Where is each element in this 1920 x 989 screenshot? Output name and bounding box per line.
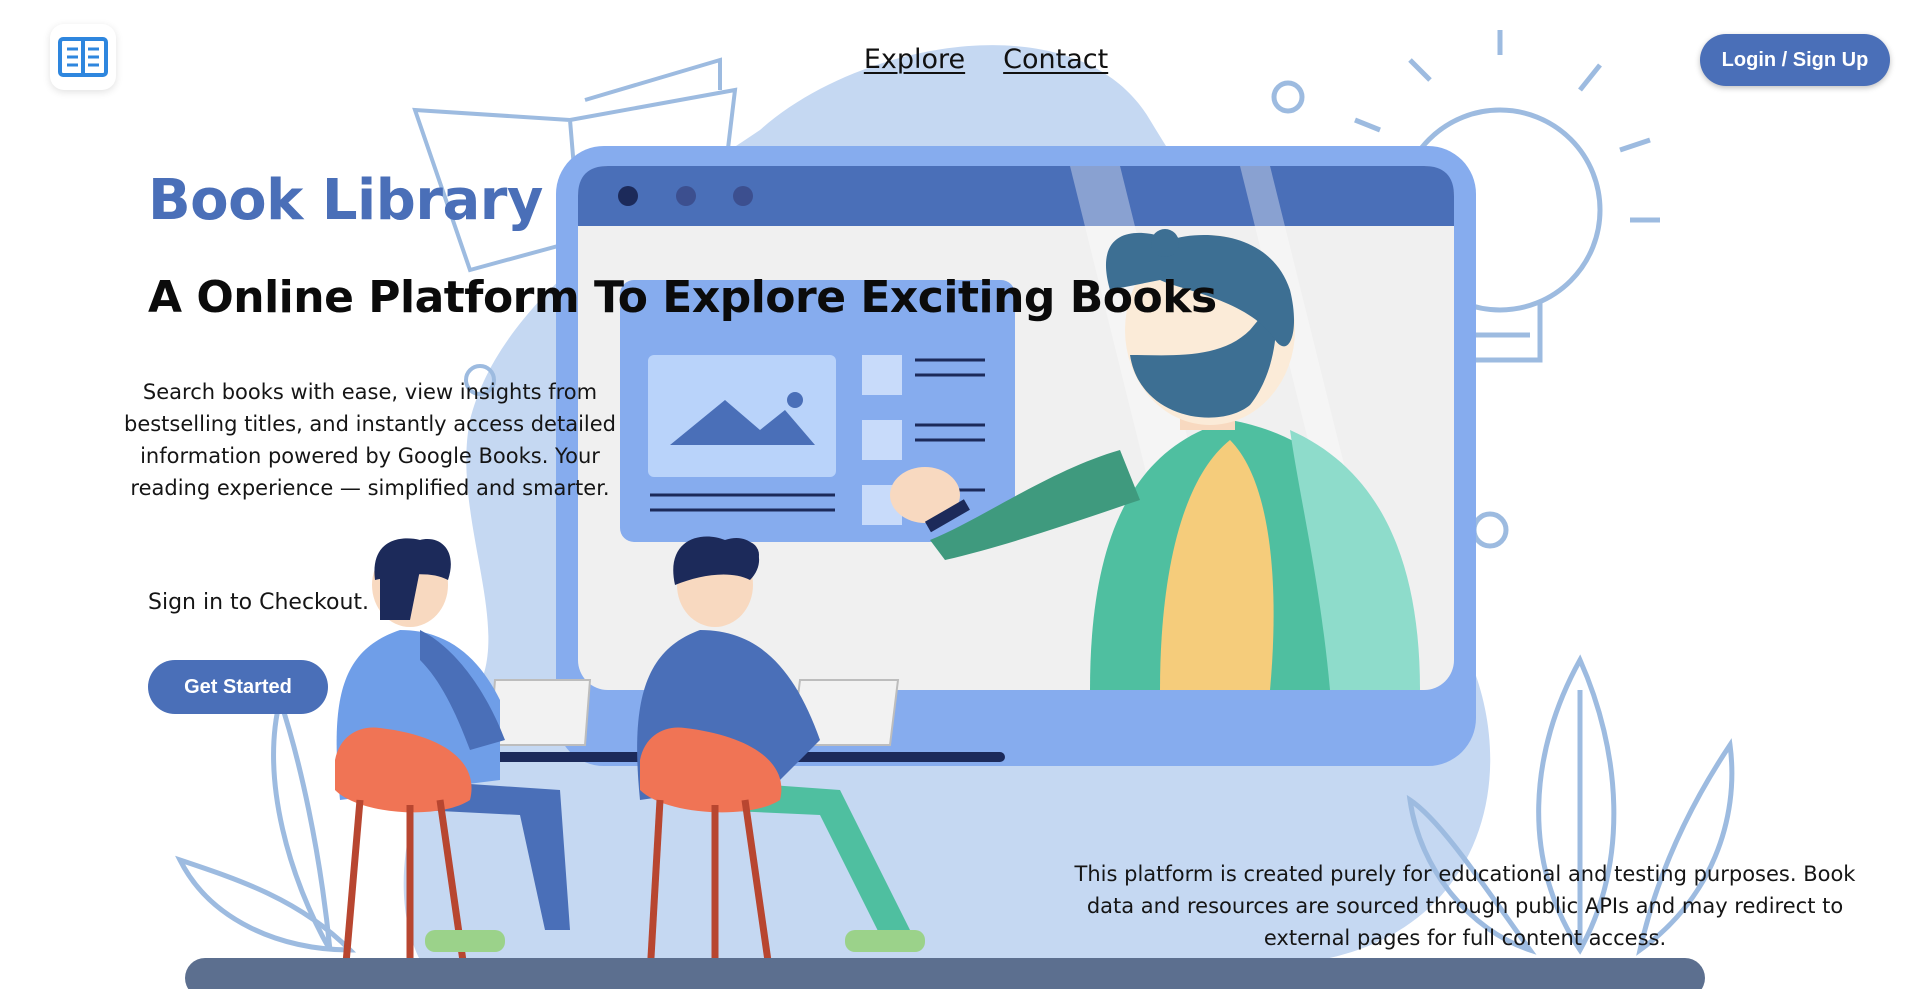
hero-headline: A Online Platform To Explore Exciting Bo… xyxy=(148,272,1217,323)
nav-explore-link[interactable]: Explore xyxy=(864,44,965,75)
brand-title: Book Library xyxy=(148,168,543,233)
nav-contact-link[interactable]: Contact xyxy=(1003,44,1108,75)
disclaimer-text: This platform is created purely for educ… xyxy=(1074,862,1856,950)
get-started-button[interactable]: Get Started xyxy=(148,660,328,714)
floor xyxy=(185,958,1705,989)
signin-note: Sign in to Checkout. xyxy=(148,590,370,615)
login-signup-button[interactable]: Login / Sign Up xyxy=(1700,34,1890,86)
hero-description: Search books with ease, view insights fr… xyxy=(123,380,616,500)
top-nav: Explore Contact xyxy=(0,44,1920,75)
